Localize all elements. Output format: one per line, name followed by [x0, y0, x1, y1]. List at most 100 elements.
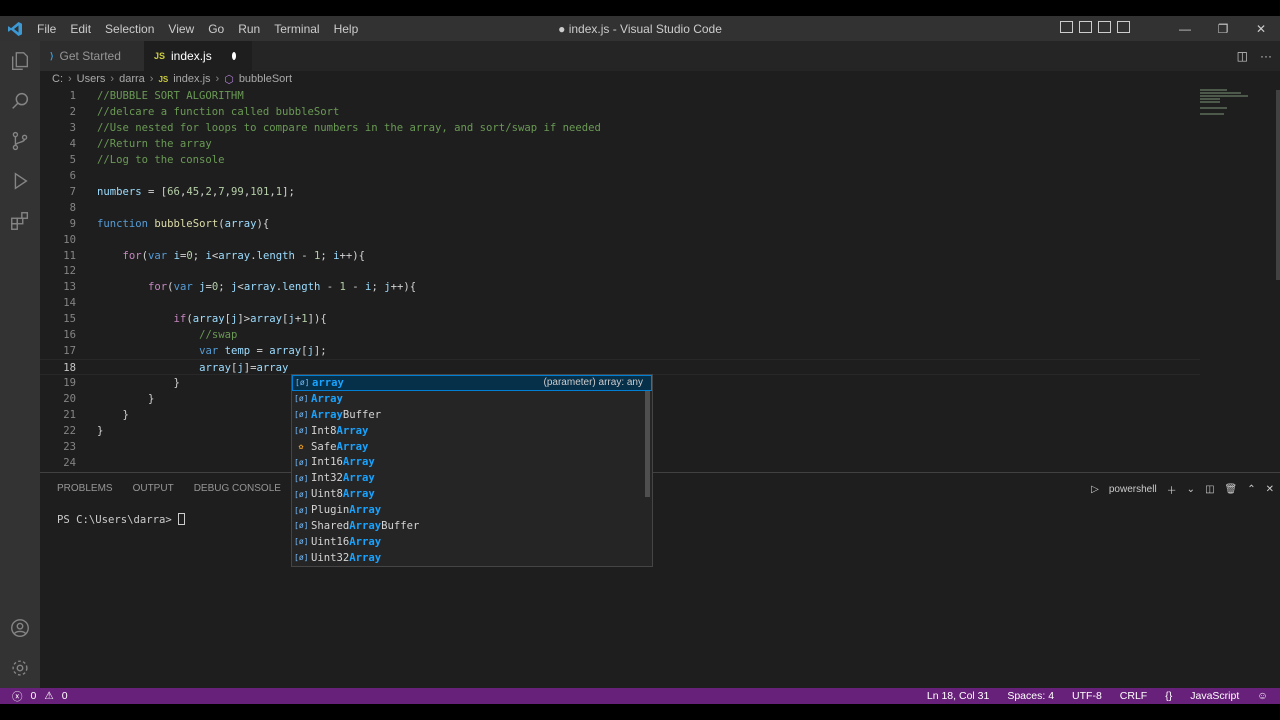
indentation[interactable]: Spaces: 4 — [1007, 690, 1054, 702]
code-line[interactable]: 10 — [40, 232, 1200, 248]
menu-item-terminal[interactable]: Terminal — [267, 22, 326, 36]
code-line[interactable]: 9 function bubbleSort(array){ — [40, 216, 1200, 232]
toggle-sidebar-icon[interactable] — [1060, 21, 1073, 33]
toggle-panel-icon[interactable] — [1079, 21, 1092, 33]
menu-item-selection[interactable]: Selection — [98, 22, 161, 36]
suggestion-item[interactable]: [ø] Int16 Array — [292, 454, 652, 470]
menu-item-file[interactable]: File — [30, 22, 63, 36]
manage-gear-icon[interactable] — [0, 648, 40, 688]
code-line[interactable]: 1 //BUBBLE SORT ALGORITHM — [40, 88, 1200, 104]
breadcrumb: C: › Users › darra › JS index.js › ⬡ bubbleSort — [52, 72, 292, 86]
warning-count[interactable]: 0 — [62, 690, 68, 702]
code-line[interactable]: 13 for(var j=0; j<array.length - 1 - i; … — [40, 279, 1200, 295]
feedback-icon[interactable]: ☺ — [1257, 690, 1268, 702]
line-number: 9 — [69, 217, 76, 230]
code-line[interactable]: 18 array[j]=array — [40, 359, 1200, 376]
extensions-icon[interactable] — [0, 201, 40, 241]
split-terminal-icon[interactable]: ◫ — [1205, 484, 1214, 495]
suggestion-item[interactable]: [ø] Array — [292, 391, 652, 407]
source-control-icon[interactable] — [0, 121, 40, 161]
close-icon[interactable]: ✕ — [1242, 22, 1280, 36]
window-controls: — ❐ ✕ — [1166, 16, 1280, 41]
tab-output[interactable]: OUTPUT — [133, 483, 174, 495]
language-mode[interactable]: JavaScript — [1190, 690, 1239, 702]
encoding[interactable]: UTF-8 — [1072, 690, 1102, 702]
menu-item-edit[interactable]: Edit — [63, 22, 98, 36]
code-line[interactable]: 15 if(array[j]>array[j+1]){ — [40, 311, 1200, 327]
tab-problems[interactable]: PROBLEMS — [57, 483, 113, 495]
breadcrumb-item[interactable]: Users — [77, 73, 106, 85]
suggestion-item[interactable]: [ø] array (parameter) array: any — [292, 375, 652, 391]
code-line[interactable]: 8 — [40, 200, 1200, 216]
suggestion-item[interactable]: [ø] Uint16 Array — [292, 534, 652, 550]
code-line[interactable]: 6 — [40, 168, 1200, 184]
cube-symbol-icon: ⬡ — [224, 73, 234, 86]
suggestion-item[interactable]: [ø] Int32 Array — [292, 470, 652, 486]
code-line[interactable]: 2 //delcare a function called bubbleSort — [40, 104, 1200, 120]
code-line[interactable]: 14 — [40, 295, 1200, 311]
error-count[interactable]: 0 — [31, 690, 37, 702]
unsaved-dot-icon[interactable] — [231, 52, 236, 60]
suggestion-item[interactable]: [ø] Array Buffer — [292, 407, 652, 423]
suggestion-item[interactable]: [ø] Uint8 Array — [292, 486, 652, 502]
breadcrumb-item[interactable]: bubbleSort — [239, 73, 292, 85]
split-editor-icon[interactable]: ◫ — [1237, 49, 1248, 63]
suggestion-item[interactable]: [ø] Shared Array Buffer — [292, 518, 652, 534]
suggestion-prefix: Int8 — [311, 424, 337, 437]
error-icon[interactable]: ⓧ — [12, 689, 23, 704]
menu-item-view[interactable]: View — [161, 22, 201, 36]
breadcrumb-item[interactable]: darra — [119, 73, 145, 85]
code-editor[interactable]: 1 //BUBBLE SORT ALGORITHM 2 //delcare a fun… — [40, 88, 1280, 471]
new-terminal-icon[interactable]: ＋ — [1167, 482, 1177, 497]
maximize-panel-icon[interactable]: ⌃ — [1247, 484, 1255, 495]
tab-debug-console[interactable]: DEBUG CONSOLE — [194, 483, 281, 495]
breadcrumb-item[interactable]: index.js — [173, 73, 210, 85]
suggestion-prefix: Uint8 — [311, 488, 343, 501]
search-icon[interactable] — [0, 81, 40, 121]
explorer-icon[interactable] — [0, 41, 40, 81]
end-of-line[interactable]: CRLF — [1120, 690, 1147, 702]
code-line[interactable]: 3 //Use nested for loops to compare numbe… — [40, 120, 1200, 136]
accounts-icon[interactable] — [0, 608, 40, 648]
code-line[interactable]: 17 var temp = array[j]; — [40, 343, 1200, 359]
customize-layout-icon[interactable] — [1117, 21, 1130, 33]
editor-scrollbar[interactable] — [1276, 90, 1280, 280]
menu-item-help[interactable]: Help — [327, 22, 366, 36]
menu-item-run[interactable]: Run — [231, 22, 267, 36]
suggestion-item[interactable]: [ø] Uint32 Array — [292, 550, 652, 566]
code-line[interactable]: 16 //swap — [40, 327, 1200, 343]
close-panel-icon[interactable]: ✕ — [1266, 484, 1274, 495]
tab-get-started[interactable]: ⟩ Get Started — [40, 41, 144, 71]
menu-item-go[interactable]: Go — [201, 22, 231, 36]
more-actions-icon[interactable]: ··· — [1260, 49, 1272, 63]
code-line[interactable]: 5 //Log to the console — [40, 152, 1200, 168]
title-bar: File Edit Selection View Go Run Terminal Help ●… — [0, 16, 1280, 41]
suggestion-item[interactable]: ✿ Safe Array — [292, 439, 652, 455]
code-line[interactable]: 12 — [40, 263, 1200, 279]
suggestion-item[interactable]: [ø] Plugin Array — [292, 502, 652, 518]
code-line[interactable]: 7 numbers = [66,45,2,7,99,101,1]; — [40, 184, 1200, 200]
minimize-icon[interactable]: — — [1166, 22, 1204, 36]
line-number: 19 — [63, 377, 76, 390]
restore-icon[interactable]: ❐ — [1204, 22, 1242, 36]
code-text: } — [97, 409, 129, 421]
tab-index-js[interactable]: JS index.js — [144, 41, 252, 71]
code-line[interactable]: 4 //Return the array — [40, 136, 1200, 152]
code-text: //Use nested for loops to compare number… — [97, 121, 601, 134]
suggestion-item[interactable]: [ø] Int8 Array — [292, 423, 652, 439]
cursor-position[interactable]: Ln 18, Col 31 — [927, 690, 989, 702]
line-number: 3 — [69, 121, 76, 134]
toggle-secondary-sidebar-icon[interactable] — [1098, 21, 1111, 33]
breadcrumb-item[interactable]: C: — [52, 73, 63, 85]
run-debug-icon[interactable] — [0, 161, 40, 201]
chevron-down-icon[interactable]: ⌄ — [1187, 484, 1195, 495]
trash-icon[interactable]: 🗑 — [1225, 484, 1238, 495]
terminal-cursor — [178, 513, 186, 525]
suggestion-match: Array — [342, 472, 375, 485]
terminal-shell-label[interactable]: powershell — [1109, 484, 1157, 495]
terminal-output[interactable]: PS C:\Users\darra> — [57, 513, 186, 526]
warning-icon[interactable]: ⚠ — [44, 690, 53, 702]
status-left: ⓧ 0 ⚠ 0 — [0, 689, 68, 704]
minimap[interactable] — [1200, 88, 1268, 118]
code-line[interactable]: 11 for(var i=0; i<array.length - 1; i++)… — [40, 248, 1200, 264]
